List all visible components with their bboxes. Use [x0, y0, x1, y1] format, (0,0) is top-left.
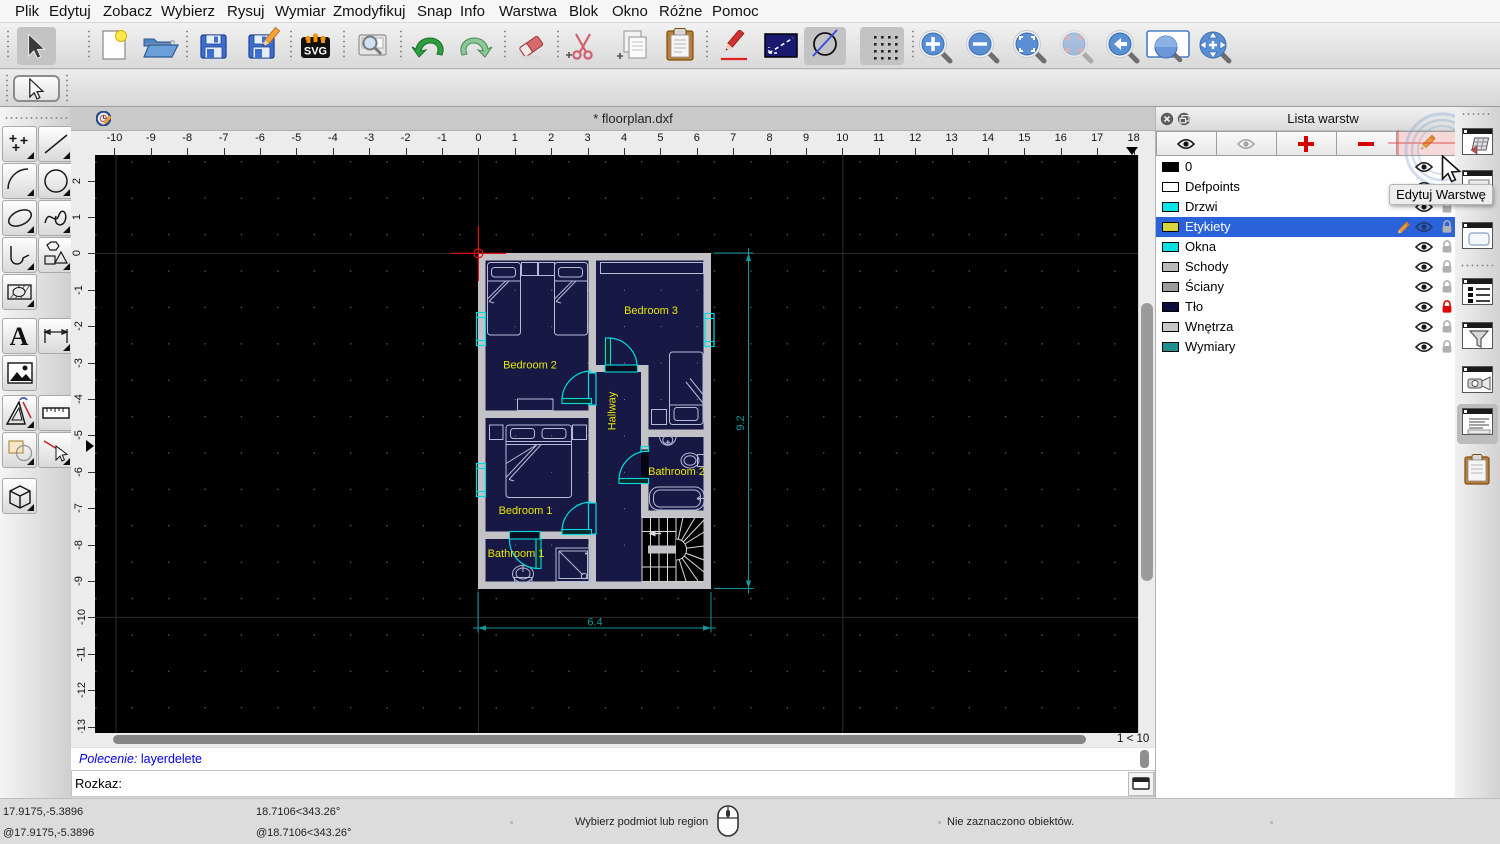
svg-text:Bedroom 2: Bedroom 2: [503, 360, 557, 372]
svg-text:Hallway: Hallway: [607, 391, 619, 430]
svg-text:Bedroom 1: Bedroom 1: [499, 505, 553, 517]
svg-text:9.2: 9.2: [735, 415, 747, 430]
svg-text:SVG: SVG: [304, 46, 327, 58]
svg-text:Bathroom 2: Bathroom 2: [648, 466, 705, 478]
svg-text:Bathroom 1: Bathroom 1: [488, 548, 545, 560]
svg-text:A: A: [10, 322, 29, 351]
svg-text:Bedroom 3: Bedroom 3: [624, 305, 678, 317]
svg-text:6.4: 6.4: [587, 617, 602, 629]
